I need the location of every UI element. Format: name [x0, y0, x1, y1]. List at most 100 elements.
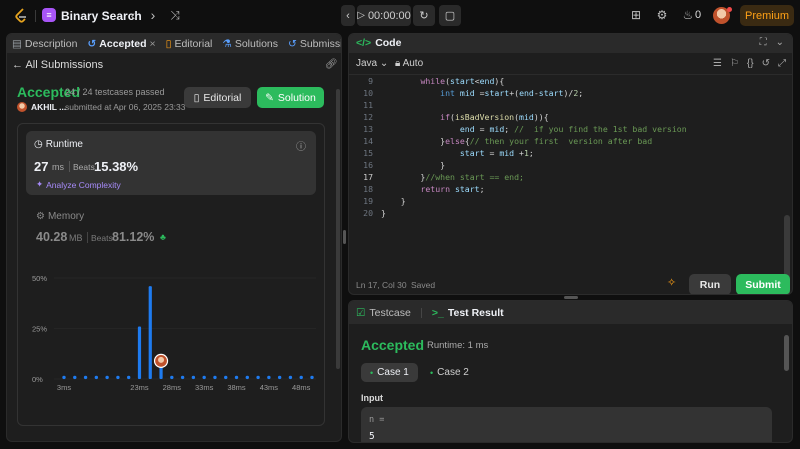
timer-group: ‹ ▷ 00:00:00 ↻ ▢ [341, 5, 461, 26]
play-icon: ▷ [357, 10, 365, 21]
y-tick-label: 25% [32, 325, 47, 334]
submission-panel: ▤ Description ↺ Accepted × ▯ Editorial ⚗… [6, 33, 342, 442]
checkbox-icon: ☑ [356, 306, 366, 319]
timer-value: 00:00:00 [367, 9, 411, 22]
case-label: Case 1 [377, 367, 409, 378]
format-icon[interactable]: ☰ [713, 58, 722, 69]
lock-icon: 🔒︎ [395, 58, 401, 69]
book-icon: ▯ [165, 37, 172, 50]
edit-icon: ✎ [265, 91, 274, 104]
arrow-left-icon: ← [12, 59, 23, 71]
leetcode-logo-icon[interactable] [14, 8, 28, 24]
solution-button[interactable]: ✎ Solution [257, 87, 324, 108]
description-icon: ▤ [12, 37, 22, 50]
chart-bar [159, 366, 163, 379]
case-1-tab[interactable]: • Case 1 [361, 363, 418, 382]
tab-label: Solutions [234, 37, 279, 50]
notes-icon[interactable]: ▢ [439, 5, 461, 26]
timer-button[interactable]: ▷ 00:00:00 [357, 5, 411, 26]
braces-icon[interactable]: {} [747, 58, 754, 69]
left-tab-bar: ▤ Description ↺ Accepted × ▯ Editorial ⚗… [7, 34, 341, 53]
collapse-icon[interactable]: ⌄ [776, 37, 784, 48]
button-label: Solution [277, 91, 316, 104]
share-link-icon[interactable]: 🔗︎ [325, 59, 338, 70]
x-tick-label: 48ms [292, 383, 311, 392]
chevron-down-icon: ⌄ [379, 58, 389, 69]
prev-problem-icon[interactable]: ‹ [124, 6, 142, 24]
chart-bar [224, 375, 228, 380]
result-tab-bar: ☑ Testcase >_ Test Result [349, 301, 792, 324]
tab-label: Testcase [369, 306, 411, 319]
scrollbar[interactable] [336, 89, 340, 369]
settings-gear-icon[interactable]: ⚙ [654, 7, 670, 23]
tab-testcase[interactable]: ☑ Testcase [356, 307, 411, 319]
collapse-timer-icon[interactable]: ‹ [341, 5, 355, 26]
next-problem-icon[interactable]: › [144, 6, 162, 24]
flask-icon: ⚗ [222, 37, 232, 50]
fullscreen-icon[interactable]: ⤢ [778, 58, 786, 69]
result-status: Accepted [361, 337, 425, 353]
divider [420, 307, 422, 318]
tab-label: Description [24, 37, 78, 50]
code-header: </> Code ⛶ ⌄ [349, 34, 792, 53]
language-value: Java [356, 58, 378, 69]
chart-bar [256, 375, 260, 380]
result-panel: ☑ Testcase >_ Test Result Accepted Runti… [348, 300, 793, 443]
tab-accepted[interactable]: ↺ Accepted × [82, 38, 160, 50]
submit-button[interactable]: Submit [736, 274, 790, 294]
chart-bar [191, 375, 196, 380]
avatar-face [158, 356, 165, 363]
horizontal-resize-handle[interactable] [564, 296, 578, 299]
author-avatar [17, 102, 27, 112]
back-label: All Submissions [25, 59, 104, 71]
layout-grid-icon[interactable]: ⊞ [628, 7, 644, 23]
run-button[interactable]: Run [689, 274, 731, 294]
streak-count: 0 [695, 9, 702, 21]
code-brackets-icon: </> [356, 37, 372, 49]
vertical-resize-handle[interactable] [343, 230, 346, 244]
premium-button[interactable]: Premium [740, 5, 794, 26]
x-tick-label: 3ms [57, 383, 71, 392]
editorial-button[interactable]: ▯ Editorial [184, 87, 251, 108]
runtime-distribution-chart[interactable]: 50%25%0%3ms23ms28ms33ms38ms43ms48ms3ms28… [18, 124, 324, 425]
tab-solutions[interactable]: ⚗ Solutions [217, 38, 283, 50]
auto-mode[interactable]: 🔒︎ Auto [395, 58, 423, 69]
streak-fire-icon[interactable]: ♨ [680, 7, 696, 23]
chart-bar [234, 375, 239, 380]
chart-bar [126, 375, 131, 380]
maximize-icon[interactable]: ⛶ [760, 37, 767, 48]
button-label: Editorial [203, 91, 242, 104]
problem-list-icon[interactable]: ≡ [42, 8, 56, 22]
x-tick-label: 33ms [195, 383, 214, 392]
tab-description[interactable]: ▤ Description [7, 38, 82, 50]
editor-status-bar: Ln 17, Col 30 Saved ✧ Run Submit [349, 269, 792, 294]
chart-bar [299, 375, 303, 380]
language-select[interactable]: Java ⌄ [356, 58, 388, 69]
tab-submissions[interactable]: ↺ Submissio [283, 38, 341, 50]
tab-editorial[interactable]: ▯ Editorial [161, 38, 218, 50]
scrollbar[interactable] [784, 335, 789, 371]
case-label: Case 2 [437, 367, 469, 378]
author-name[interactable]: AKHIL ... [31, 102, 66, 112]
code-header-icons: ⛶ ⌄ [760, 37, 784, 48]
chart-bar [94, 375, 99, 380]
bookmark-icon[interactable]: ⚐ [730, 58, 739, 69]
case-2-tab[interactable]: • Case 2 [421, 363, 478, 382]
close-tab-icon[interactable]: × [150, 38, 156, 50]
chart-bar [202, 375, 206, 380]
all-submissions-link[interactable]: ← All Submissions [12, 59, 103, 71]
tab-label: Editorial [174, 37, 213, 50]
debugger-icon[interactable]: ✧ [667, 276, 676, 289]
input-value: 5 [369, 431, 375, 442]
reset-icon[interactable]: ↺ [762, 58, 770, 69]
chart-bar [148, 286, 152, 379]
history-icon: ↺ [87, 37, 97, 50]
reset-timer-icon[interactable]: ↻ [413, 5, 435, 26]
chart-bar [310, 375, 314, 380]
shuffle-icon[interactable]: ⤨ [166, 6, 184, 24]
tab-test-result[interactable]: >_ Test Result [432, 307, 504, 319]
code-editor[interactable]: 9 while(start<end){ 10 int mid =start+(e… [349, 75, 792, 294]
testcases-passed: 24 / 24 testcases passed [65, 87, 165, 97]
terminal-icon: >_ [431, 306, 444, 319]
tab-label: Accepted [99, 37, 147, 50]
